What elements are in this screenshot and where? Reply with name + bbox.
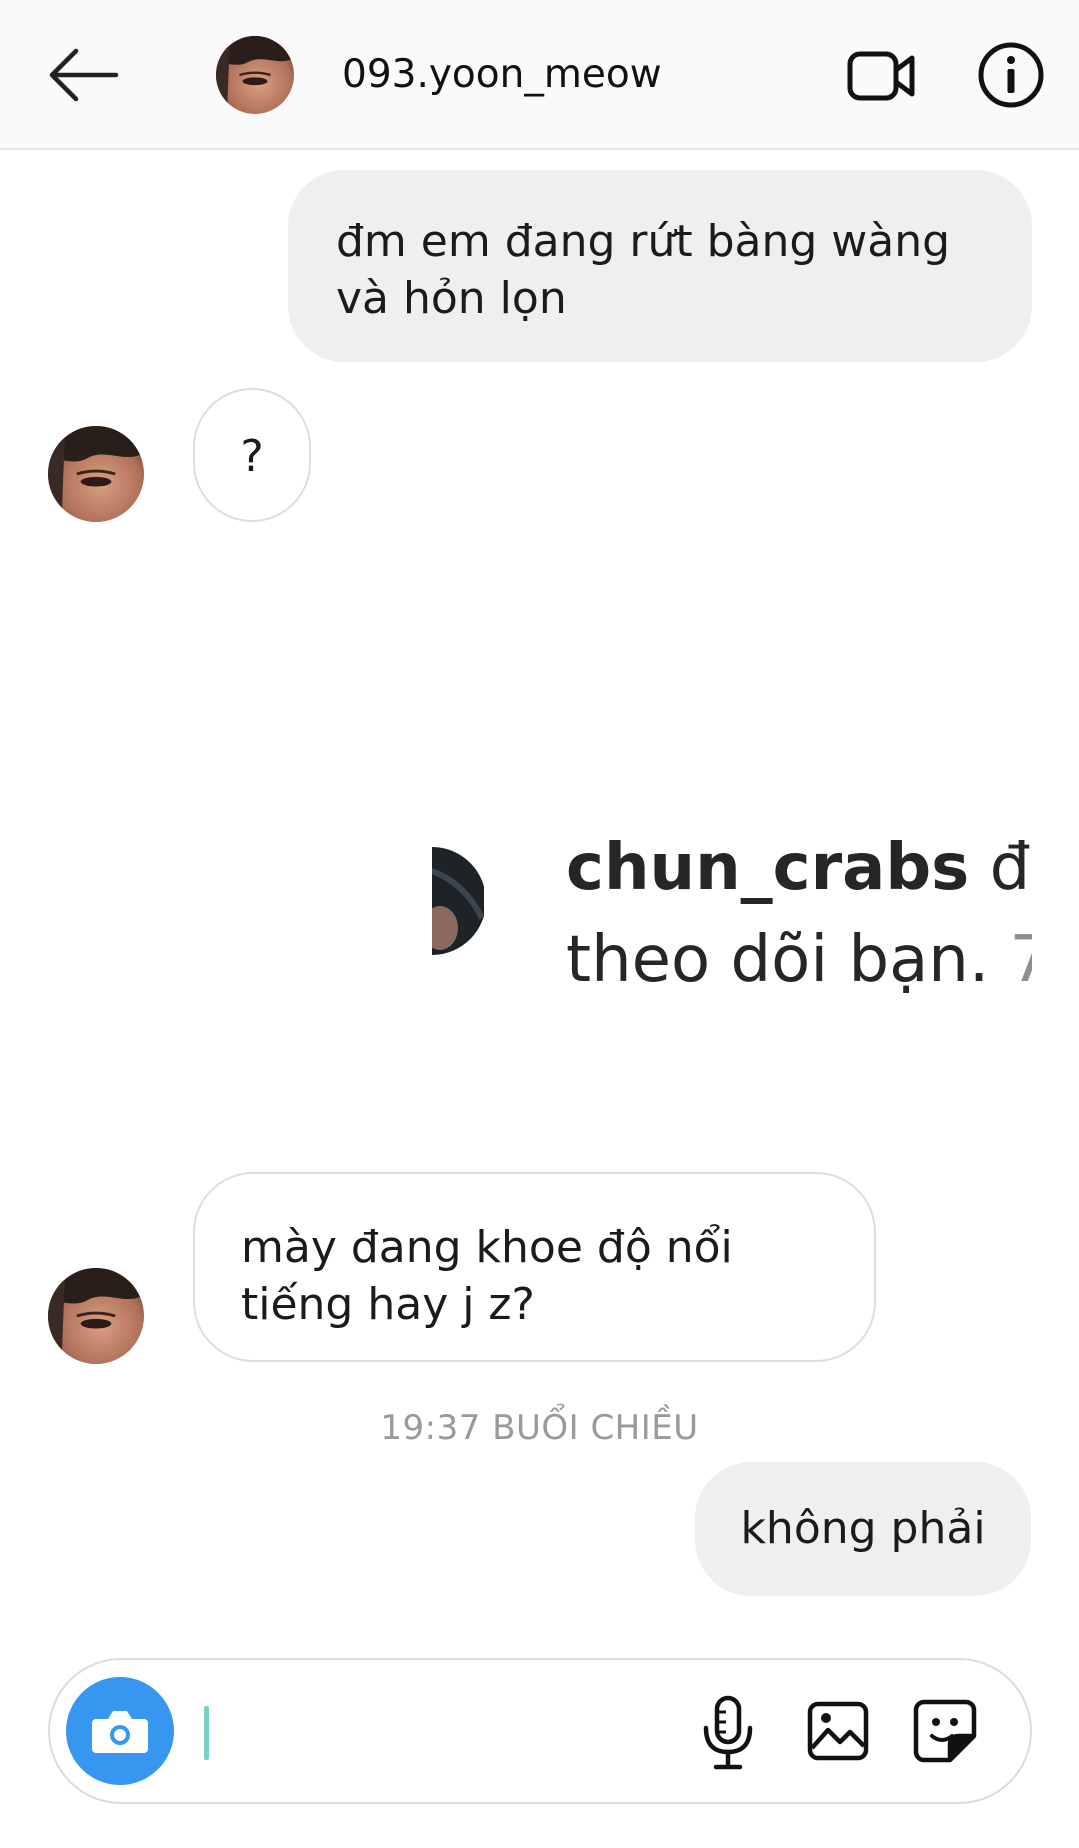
message-text-line: đm em đang rứt bàng wàng (336, 216, 951, 267)
message-text: ? (240, 431, 264, 482)
shared-time-fragment: 7 (1009, 923, 1032, 997)
contact-username[interactable]: 093.yoon_meow (342, 52, 662, 97)
camera-icon[interactable] (66, 1677, 174, 1785)
microphone-icon[interactable] (700, 1694, 756, 1772)
message-text-line: mày đang khoe độ nổi (241, 1222, 733, 1273)
sender-avatar[interactable] (48, 1268, 144, 1364)
shared-image-message[interactable]: chun_crabs đã theo dõi bạn. 7 (432, 808, 1032, 998)
shared-action-text-2: theo dõi bạn. (566, 923, 1010, 997)
incoming-message-bubble[interactable]: mày đang khoe độ nổi tiếng hay j z? (193, 1172, 876, 1362)
sticker-icon[interactable] (912, 1698, 978, 1764)
outgoing-message-bubble[interactable]: không phải (695, 1462, 1031, 1596)
back-arrow-icon[interactable] (46, 45, 124, 105)
shared-notification-text: chun_crabs đã theo dõi bạn. 7 (566, 822, 1032, 998)
incoming-message-bubble[interactable]: ? (193, 388, 311, 522)
shared-username: chun_crabs (566, 831, 970, 905)
shared-image-avatar-crop (432, 808, 484, 994)
message-composer (48, 1658, 1032, 1804)
shared-action-text: đã (989, 831, 1032, 905)
message-text-line: tiếng hay j z? (241, 1279, 535, 1330)
message-input[interactable] (204, 1706, 209, 1760)
outgoing-message-bubble[interactable]: đm em đang rứt bàng wàng và hỏn lọn (288, 170, 1032, 362)
chat-header: 093.yoon_meow (0, 0, 1079, 150)
message-text-line: và hỏn lọn (336, 273, 567, 324)
video-camera-icon[interactable] (846, 48, 918, 104)
image-gallery-icon[interactable] (806, 1700, 870, 1762)
message-text: không phải (740, 1503, 986, 1554)
message-timestamp: 19:37 BUỔI CHIỀU (380, 1408, 699, 1448)
info-icon[interactable] (976, 40, 1046, 110)
contact-avatar[interactable] (216, 36, 294, 114)
sender-avatar[interactable] (48, 426, 144, 522)
